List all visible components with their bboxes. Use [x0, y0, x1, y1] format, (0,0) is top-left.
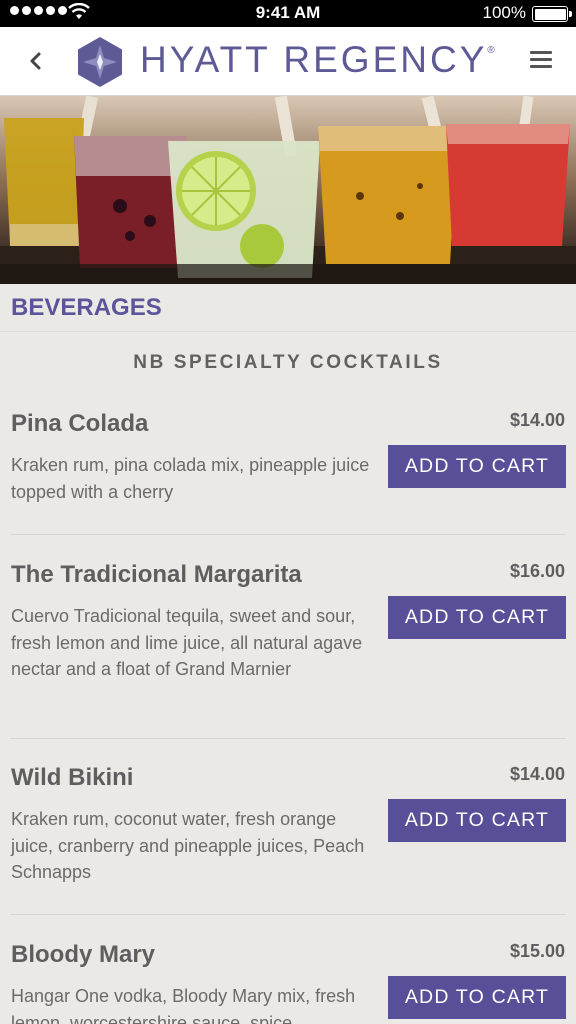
item-name: Pina Colada — [11, 410, 149, 437]
item-description: Kraken rum, pina colada mix, pineapple j… — [11, 455, 370, 502]
item-name: The Tradicional Margarita — [11, 561, 302, 588]
item-name: Bloody Mary — [11, 941, 156, 968]
back-chevron-icon[interactable] — [22, 47, 50, 75]
item-name: Wild Bikini — [11, 764, 134, 791]
divider — [11, 738, 565, 739]
item-description: Hangar One vodka, Bloody Mary mix, fresh… — [11, 986, 356, 1024]
nav-header: HYATT REGENCY® — [0, 27, 576, 96]
item-price: $14.00 — [509, 764, 565, 784]
section-title: BEVERAGES — [11, 294, 162, 321]
item-price: $14.00 — [509, 410, 565, 430]
item-description: Kraken rum, coconut water, fresh orange … — [11, 809, 365, 882]
divider — [11, 914, 565, 915]
battery-icon — [532, 6, 572, 22]
hero-cocktails-image — [0, 96, 576, 284]
battery-percent: 100% — [482, 3, 526, 22]
hamburger-menu-icon[interactable] — [530, 51, 552, 71]
add-to-cart-button[interactable]: ADD TO CART — [388, 596, 566, 639]
hyatt-logo-icon — [78, 37, 122, 87]
category-title: NB SPECIALTY COCKTAILS — [133, 352, 443, 373]
item-price: $15.00 — [509, 941, 565, 961]
brand-name: HYATT REGENCY® — [140, 39, 495, 80]
item-description: Cuervo Tradicional tequila, sweet and so… — [11, 606, 363, 679]
add-to-cart-button[interactable]: ADD TO CART — [388, 799, 566, 842]
item-price: $16.00 — [509, 561, 565, 581]
section-header: BEVERAGES — [0, 284, 576, 332]
divider — [11, 534, 565, 535]
add-to-cart-button[interactable]: ADD TO CART — [388, 445, 566, 488]
status-bar: 9:41 AM 100% — [0, 0, 576, 27]
add-to-cart-button[interactable]: ADD TO CART — [388, 976, 566, 1019]
